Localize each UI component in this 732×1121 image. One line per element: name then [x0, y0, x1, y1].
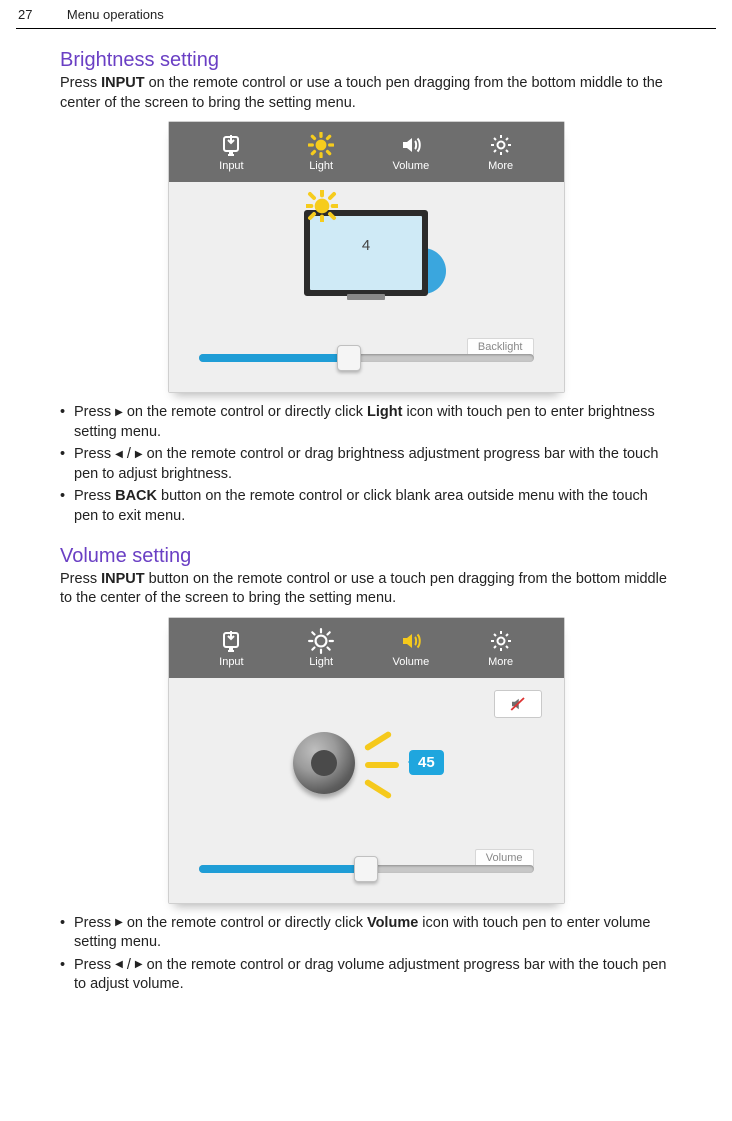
brightness-ui-panel: Input Light Volume [168, 121, 565, 393]
section-title-volume: Volume setting [60, 545, 672, 568]
light-icon [308, 628, 334, 654]
right-arrow-icon: ▶ [115, 406, 123, 420]
tab-bar-1: Input Light Volume [169, 122, 564, 182]
page-title: Menu operations [67, 7, 164, 22]
volume-icon [398, 628, 424, 654]
light-icon [308, 132, 334, 158]
bullet-2-1: Press ▶ on the remote control or directl… [60, 914, 672, 953]
slider-thumb[interactable] [354, 856, 378, 882]
volume-bullets: Press ▶ on the remote control or directl… [60, 914, 672, 995]
tab-light[interactable]: Light [276, 122, 366, 182]
volume-icon [398, 132, 424, 158]
volume-slider-row: Volume [199, 865, 534, 873]
tab-light[interactable]: Light [276, 618, 366, 678]
volume-value: 45 [409, 750, 444, 775]
slider-thumb[interactable] [337, 345, 361, 371]
tab-more[interactable]: More [456, 122, 546, 182]
speaker-icon [293, 732, 355, 794]
content: Brightness setting Press INPUT on the re… [0, 29, 732, 995]
tab-volume[interactable]: Volume [366, 122, 456, 182]
backlight-slider[interactable] [199, 354, 534, 362]
bullet-1-3: Press BACK button on the remote control … [60, 487, 672, 526]
backlight-slider-row: Backlight [199, 354, 534, 362]
page-number: 27 [18, 7, 32, 22]
intro-paragraph-2: Press INPUT button on the remote control… [60, 570, 672, 609]
slider-label: Volume [475, 849, 534, 867]
volume-ui-panel: Input Light Volume [168, 617, 565, 904]
tab-more[interactable]: More [456, 618, 546, 678]
mute-icon [507, 695, 529, 713]
volume-panel-body: 45 Volume [169, 678, 564, 903]
tab-input[interactable]: Input [187, 618, 277, 678]
left-arrow-icon: ◀ [115, 448, 123, 462]
input-icon [218, 628, 244, 654]
gear-icon [488, 132, 514, 158]
right-arrow-icon: ▶ [115, 916, 123, 930]
bullet-1-2: Press ◀ / ▶ on the remote control or dra… [60, 445, 672, 484]
backlight-value: 4 [362, 237, 370, 254]
left-arrow-icon: ◀ [115, 958, 123, 972]
bullet-1-1: Press ▶ on the remote control or directl… [60, 403, 672, 442]
tab-bar-2: Input Light Volume [169, 618, 564, 678]
tab-volume-selected[interactable]: Volume [366, 618, 456, 678]
volume-slider[interactable] [199, 865, 534, 873]
gear-icon [488, 628, 514, 654]
right-arrow-icon: ▶ [135, 958, 143, 972]
bullet-2-2: Press ◀ / ▶ on the remote control or dra… [60, 956, 672, 995]
speaker-graphic: 45 [281, 722, 451, 812]
page-header: 27 Menu operations [16, 0, 716, 29]
mini-sun-icon [306, 190, 338, 222]
input-icon [218, 132, 244, 158]
intro-paragraph-1: Press INPUT on the remote control or use… [60, 74, 672, 113]
mute-button[interactable] [494, 690, 542, 718]
tab-input[interactable]: Input [187, 122, 277, 182]
right-arrow-icon: ▶ [135, 448, 143, 462]
brightness-bullets: Press ▶ on the remote control or directl… [60, 403, 672, 526]
section-title-brightness: Brightness setting [60, 49, 672, 72]
brightness-panel-body: 4 Backlight [169, 182, 564, 392]
